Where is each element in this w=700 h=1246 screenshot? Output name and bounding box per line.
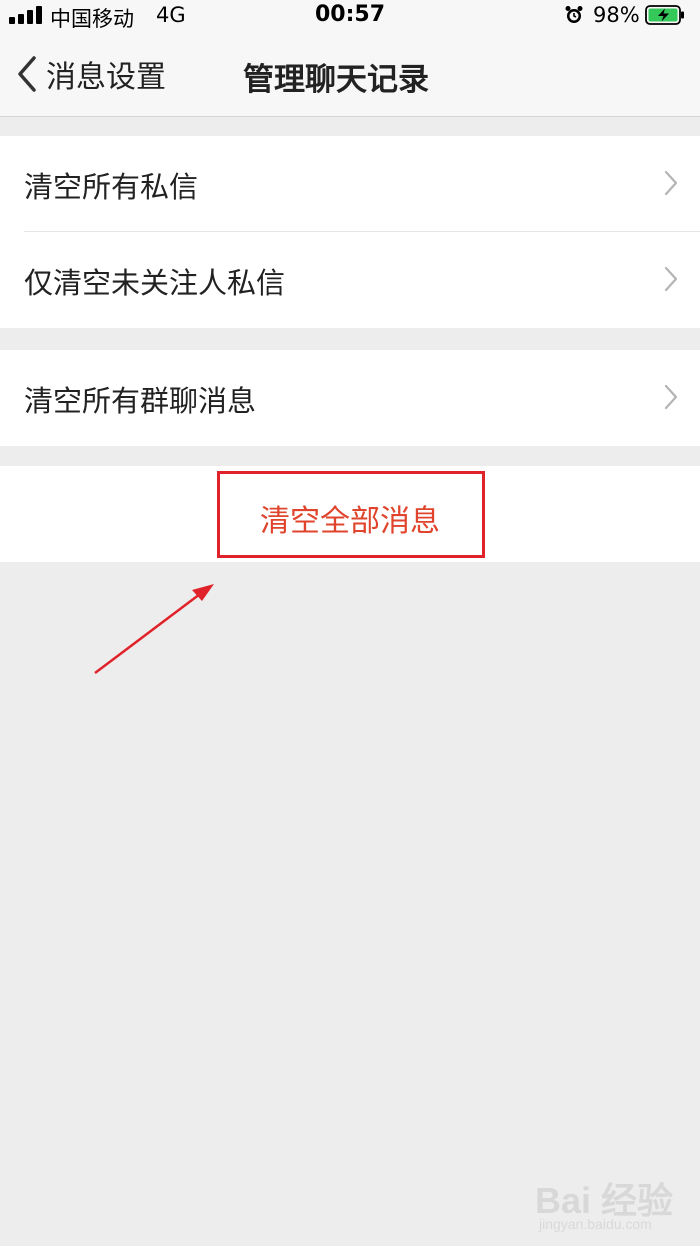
navigation-bar: 消息设置 管理聊天记录 (0, 32, 700, 117)
baidu-jingyan-watermark: Bai 经验 jingyan.baidu.com (535, 1168, 695, 1240)
chevron-right-icon (664, 170, 678, 196)
settings-group-groupchat: 清空所有群聊消息 (0, 350, 700, 446)
status-bar: 中国移动 4G 00:57 98% (0, 0, 700, 32)
clear-unfollowed-private-messages-item[interactable]: 仅清空未关注人私信 (0, 232, 700, 328)
list-item-label: 清空所有群聊消息 (24, 384, 257, 418)
settings-group-private: 清空所有私信 仅清空未关注人私信 (0, 136, 700, 328)
battery-percent: 98% (593, 3, 640, 27)
watermark-url: jingyan.baidu.com (539, 1216, 652, 1232)
list-item-label: 清空所有私信 (24, 170, 199, 204)
page-title: 管理聊天记录 (243, 62, 429, 98)
chevron-right-icon (664, 266, 678, 292)
clear-all-private-messages-item[interactable]: 清空所有私信 (0, 136, 700, 232)
clear-all-messages-cell: 清空全部消息 (0, 466, 700, 562)
list-item-label: 仅清空未关注人私信 (24, 266, 286, 300)
alarm-icon (565, 6, 583, 23)
clear-all-messages-button[interactable]: 清空全部消息 (0, 496, 700, 540)
battery-charging-icon (645, 5, 684, 25)
clear-all-group-messages-item[interactable]: 清空所有群聊消息 (0, 350, 700, 446)
chevron-right-icon (664, 384, 678, 410)
